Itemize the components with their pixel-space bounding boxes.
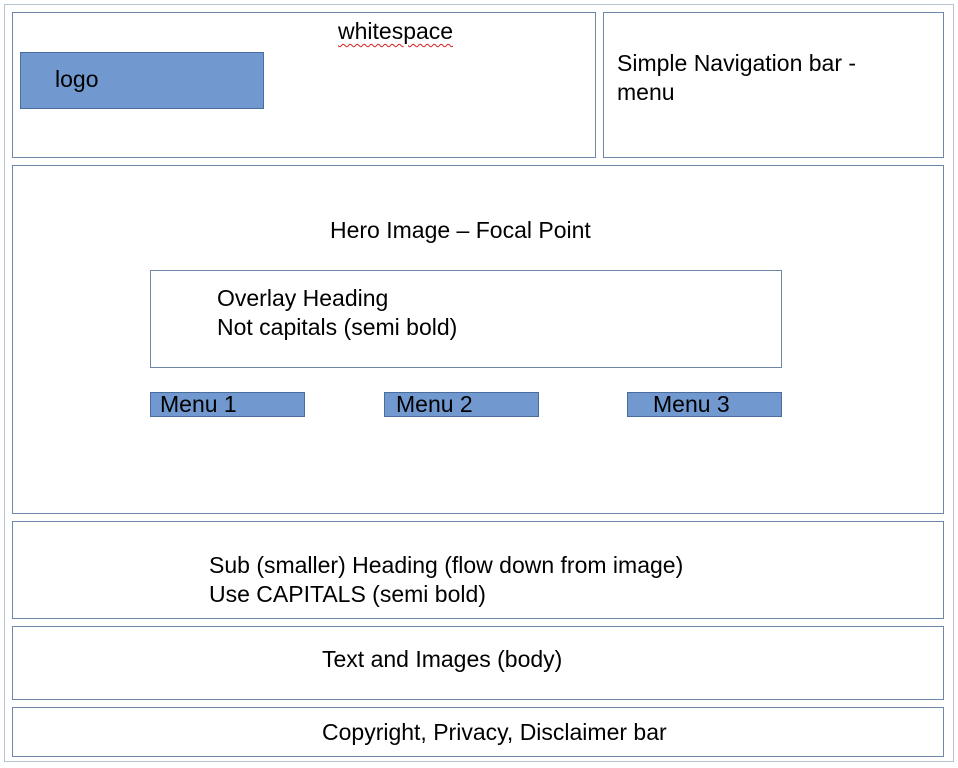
footer-label: Copyright, Privacy, Disclaimer bar [322, 719, 667, 745]
body-label: Text and Images (body) [322, 646, 563, 672]
subheading-line1: Sub (smaller) Heading (flow down from im… [209, 552, 684, 578]
overlay-heading-line1: Overlay Heading [217, 285, 389, 311]
overlay-heading-line2: Not capitals (semi bold) [217, 314, 458, 340]
menu-1-label: Menu 1 [160, 391, 237, 417]
menu-3-label: Menu 3 [653, 391, 730, 417]
logo-label: logo [55, 66, 99, 92]
menu-2-label: Menu 2 [396, 391, 473, 417]
hero-title: Hero Image – Focal Point [330, 217, 591, 243]
subheading-line2: Use CAPITALS (semi bold) [209, 581, 486, 607]
nav-label-line2: menu [617, 79, 675, 105]
whitespace-label: whitespace [338, 18, 454, 44]
nav-label-line1: Simple Navigation bar - [617, 50, 857, 76]
